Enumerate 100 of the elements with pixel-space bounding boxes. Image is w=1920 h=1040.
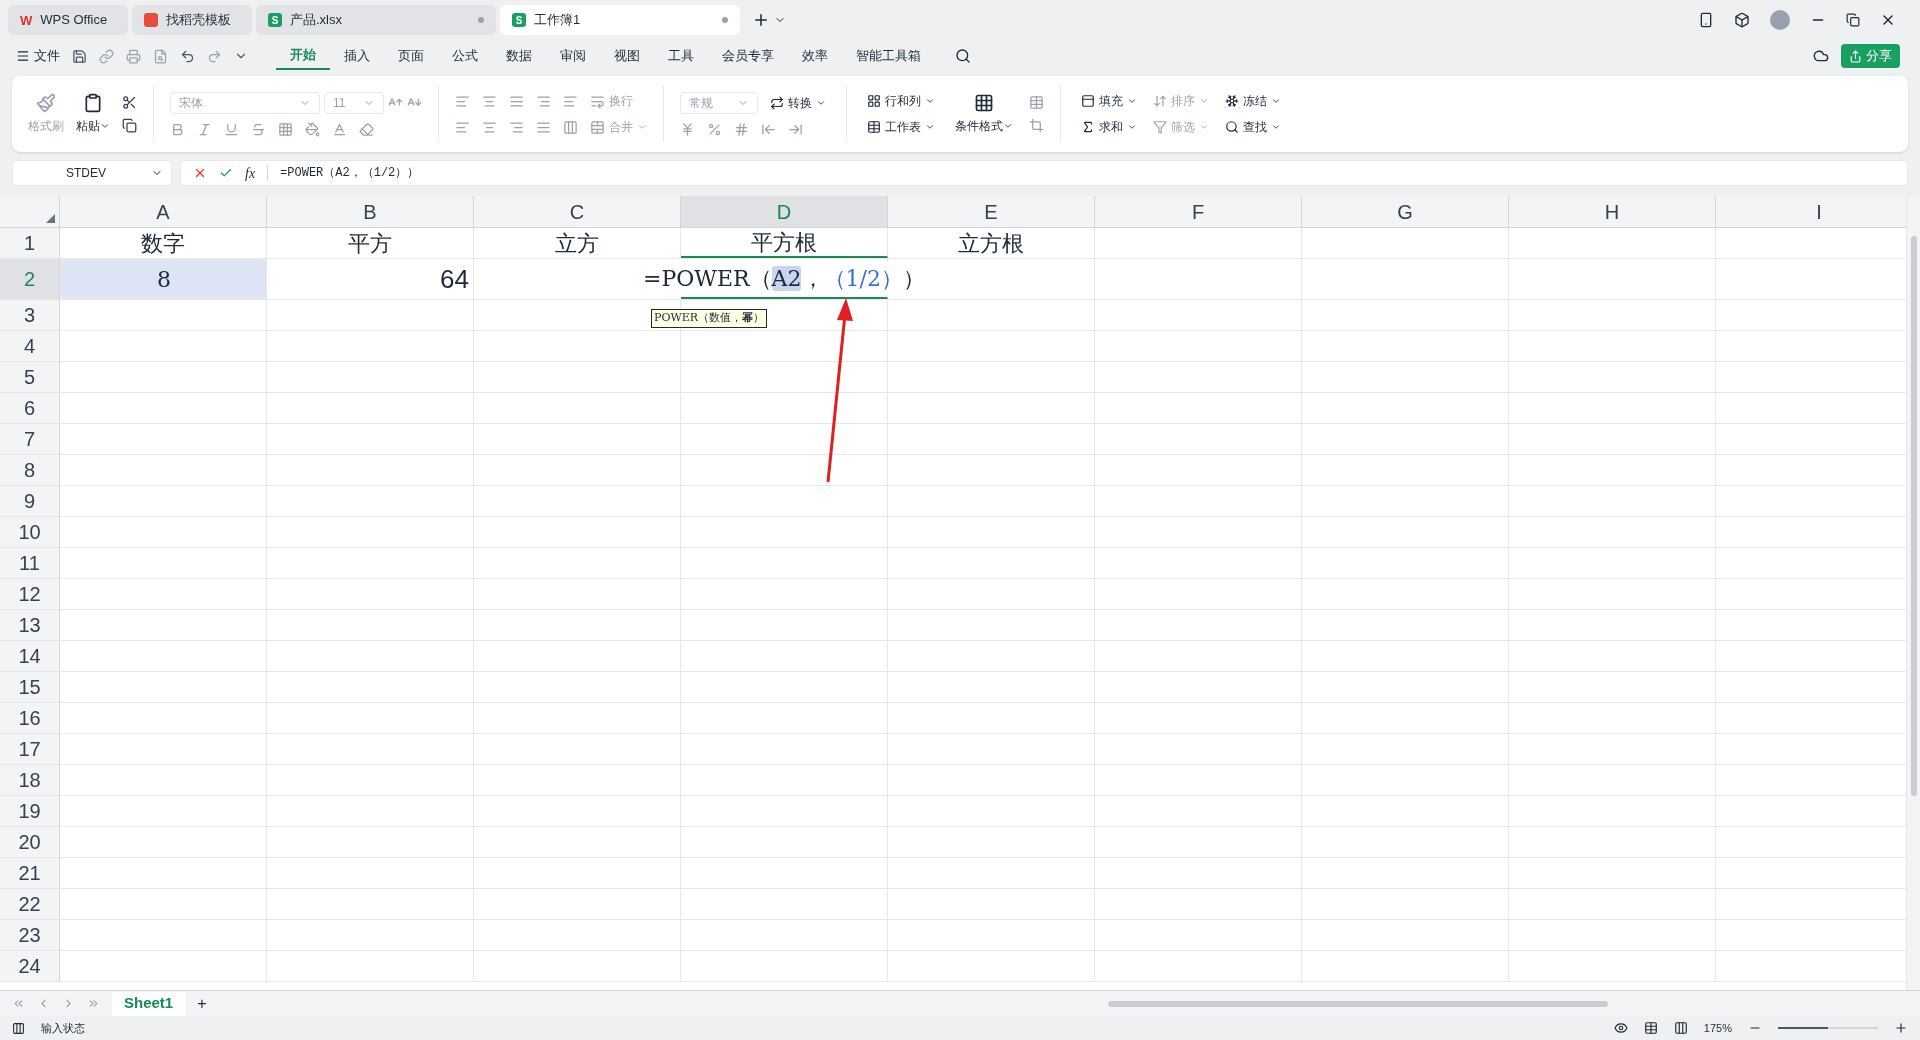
zoom-level[interactable]: 175% bbox=[1703, 1019, 1732, 1037]
distribute-icon[interactable] bbox=[563, 119, 578, 135]
row-header[interactable]: 5 bbox=[0, 362, 60, 392]
column-header[interactable]: F bbox=[1095, 196, 1302, 227]
ribbon-tab[interactable]: 公式 bbox=[438, 42, 492, 70]
redo-icon[interactable] bbox=[207, 48, 222, 64]
row-header[interactable]: 14 bbox=[0, 641, 60, 671]
macro-icon[interactable] bbox=[12, 1021, 25, 1035]
cloud-icon[interactable] bbox=[1813, 48, 1829, 64]
add-sheet-button[interactable]: + bbox=[197, 991, 207, 1016]
row-header[interactable]: 22 bbox=[0, 889, 60, 919]
select-all-icon[interactable] bbox=[46, 214, 55, 223]
row-header[interactable]: 16 bbox=[0, 703, 60, 733]
font-color-icon[interactable] bbox=[332, 121, 347, 137]
thousands-icon[interactable] bbox=[734, 121, 749, 137]
first-sheet-icon[interactable] bbox=[12, 997, 25, 1010]
restore-icon[interactable] bbox=[1846, 13, 1860, 27]
column-header[interactable]: H bbox=[1509, 196, 1716, 227]
row-header[interactable]: 15 bbox=[0, 672, 60, 702]
row-header[interactable]: 8 bbox=[0, 455, 60, 485]
search-icon[interactable] bbox=[955, 48, 971, 64]
link-icon[interactable] bbox=[99, 48, 114, 64]
paste-button[interactable]: 粘贴 bbox=[76, 93, 110, 135]
column-header[interactable]: E bbox=[888, 196, 1095, 227]
sheet-tab[interactable]: Sheet1 bbox=[112, 991, 186, 1016]
cancel-icon[interactable] bbox=[193, 166, 207, 180]
document-tab[interactable]: S 工作簿1 bbox=[500, 5, 740, 35]
column-header[interactable]: G bbox=[1302, 196, 1509, 227]
align-center-icon[interactable] bbox=[482, 119, 497, 135]
column-header[interactable]: A bbox=[60, 196, 267, 227]
convert-button[interactable]: 转换 bbox=[766, 93, 830, 112]
row-header[interactable]: 6 bbox=[0, 393, 60, 423]
outdent-icon[interactable] bbox=[563, 93, 578, 109]
align-left-icon[interactable] bbox=[455, 119, 470, 135]
toolbar-button[interactable]: 填充 bbox=[1077, 92, 1141, 110]
row-header[interactable]: 10 bbox=[0, 517, 60, 547]
row-header[interactable]: 4 bbox=[0, 331, 60, 361]
page-view-icon[interactable] bbox=[1673, 1021, 1688, 1035]
crop-icon[interactable] bbox=[1029, 118, 1044, 133]
save-icon[interactable] bbox=[72, 48, 87, 64]
strikethrough-icon[interactable] bbox=[251, 121, 266, 137]
zoom-in-icon[interactable] bbox=[1894, 1021, 1908, 1035]
align-middle-icon[interactable] bbox=[482, 93, 497, 109]
scroll-thumb[interactable] bbox=[1910, 236, 1917, 796]
justify-icon[interactable] bbox=[536, 119, 551, 135]
avatar[interactable] bbox=[1770, 10, 1790, 30]
last-sheet-icon[interactable] bbox=[87, 997, 100, 1010]
row-header[interactable]: 9 bbox=[0, 486, 60, 516]
menu-icon[interactable] bbox=[16, 49, 30, 63]
row-header[interactable]: 21 bbox=[0, 858, 60, 888]
table-style-icon[interactable] bbox=[1029, 95, 1044, 110]
align-bottom-icon[interactable] bbox=[509, 93, 524, 109]
document-tab[interactable]: 找稻壳模板 bbox=[132, 5, 252, 35]
align-top-icon[interactable] bbox=[455, 93, 470, 109]
copy-icon[interactable] bbox=[122, 118, 137, 133]
row-header[interactable]: 3 bbox=[0, 300, 60, 330]
document-tab[interactable]: S 产品.xlsx bbox=[256, 5, 496, 35]
normal-view-icon[interactable] bbox=[1643, 1021, 1658, 1035]
ribbon-tab[interactable]: 开始 bbox=[276, 42, 330, 70]
device-icon[interactable] bbox=[1698, 12, 1714, 28]
new-tab-icon[interactable] bbox=[752, 11, 770, 29]
confirm-icon[interactable] bbox=[219, 166, 233, 180]
cube-icon[interactable] bbox=[1734, 12, 1750, 28]
paint-bucket-icon[interactable] bbox=[305, 121, 320, 137]
row-header[interactable]: 18 bbox=[0, 765, 60, 795]
eye-icon[interactable] bbox=[1613, 1021, 1628, 1035]
ribbon-tab[interactable]: 审阅 bbox=[546, 42, 600, 70]
row-header[interactable]: 19 bbox=[0, 796, 60, 826]
ribbon-tab[interactable]: 智能工具箱 bbox=[842, 42, 935, 70]
toolbar-button[interactable]: 求和 bbox=[1077, 118, 1141, 136]
row-header[interactable]: 1 bbox=[0, 228, 60, 258]
italic-icon[interactable] bbox=[197, 121, 212, 137]
border-icon[interactable] bbox=[278, 121, 293, 137]
row-header[interactable]: 17 bbox=[0, 734, 60, 764]
name-box[interactable]: STDEV bbox=[12, 160, 172, 186]
formula-bar[interactable]: fx =POWER（A2，（1/2）） bbox=[180, 160, 1908, 186]
currency-icon[interactable] bbox=[680, 121, 695, 137]
conditional-format-button[interactable]: 条件格式 bbox=[955, 93, 1013, 135]
print-icon[interactable] bbox=[126, 48, 141, 64]
worksheet-button[interactable]: 工作表 bbox=[863, 118, 939, 136]
ribbon-tab[interactable]: 效率 bbox=[788, 42, 842, 70]
function-button[interactable]: fx bbox=[245, 162, 256, 184]
scissors-icon[interactable] bbox=[122, 95, 137, 110]
row-header[interactable]: 24 bbox=[0, 951, 60, 981]
undo-icon[interactable] bbox=[180, 48, 195, 64]
bold-icon[interactable] bbox=[170, 121, 185, 137]
ribbon-tab[interactable]: 工具 bbox=[654, 42, 708, 70]
ribbon-tab[interactable]: 插入 bbox=[330, 42, 384, 70]
column-header[interactable]: B bbox=[267, 196, 474, 227]
underline-icon[interactable] bbox=[224, 121, 239, 137]
row-header[interactable]: 20 bbox=[0, 827, 60, 857]
vertical-scrollbar[interactable] bbox=[1906, 196, 1920, 990]
rows-columns-button[interactable]: 行和列 bbox=[863, 92, 939, 110]
toolbar-button[interactable]: 查找 bbox=[1221, 118, 1285, 136]
print-preview-icon[interactable] bbox=[153, 48, 168, 64]
ribbon-tab[interactable]: 数据 bbox=[492, 42, 546, 70]
indent-icon[interactable] bbox=[536, 93, 551, 109]
eraser-icon[interactable] bbox=[359, 121, 374, 137]
toolbar-button[interactable]: 冻结 bbox=[1221, 92, 1285, 110]
percent-icon[interactable] bbox=[707, 121, 722, 137]
